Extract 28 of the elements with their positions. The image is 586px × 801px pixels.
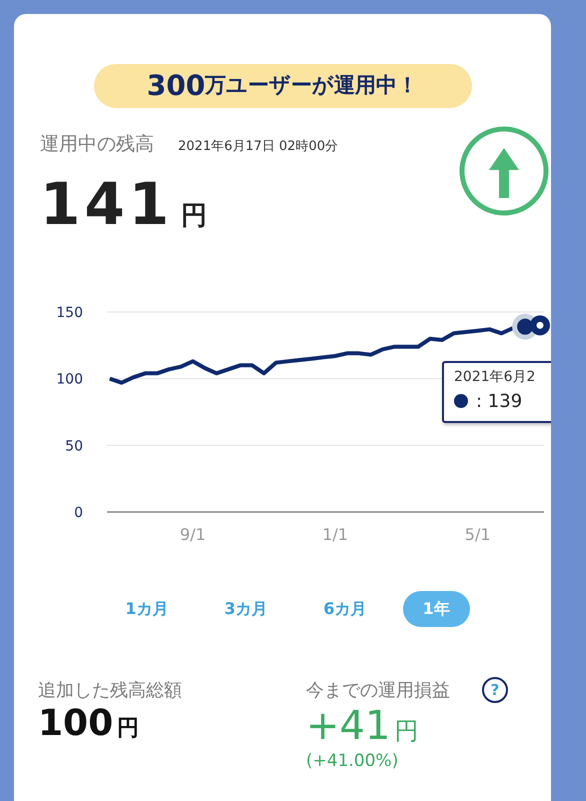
banner-text: 万ユーザーが運用中！ (205, 72, 418, 100)
balance-amount: 141 (40, 174, 174, 232)
banner-number: 300 (146, 68, 206, 104)
y-axis-label: 150 (56, 304, 83, 320)
currency-unit: 円 (181, 200, 208, 232)
summary-amount: 100 (38, 704, 114, 744)
y-axis-label: 0 (74, 504, 83, 520)
tooltip-value: : 139 (476, 390, 522, 414)
timestamp: 2021年6月17日 02時00分 (178, 138, 338, 156)
help-icon[interactable]: ? (482, 677, 508, 703)
x-axis-label: 9/1 (180, 524, 206, 544)
y-axis-label: 100 (56, 371, 83, 388)
period-tab[interactable]: 1カ月 (105, 590, 188, 626)
tooltip-date: 2021年6月2 (454, 368, 536, 386)
balance-label: 運用中の残高 (40, 132, 154, 157)
currency-unit: 円 (117, 714, 140, 742)
summary-label: 今までの運用損益 (306, 678, 450, 702)
summary-amount: +41 (306, 704, 390, 748)
y-axis-label: 50 (65, 438, 83, 454)
x-axis-label: 5/1 (464, 524, 491, 544)
currency-unit: 円 (394, 716, 418, 746)
series-dot-icon (454, 394, 468, 408)
summary-label: 追加した残高総額 (38, 678, 182, 702)
period-tab[interactable]: 6カ月 (304, 590, 387, 626)
gain-percent: (+41.00%) (306, 750, 400, 772)
period-tab[interactable]: 3カ月 (204, 590, 288, 626)
period-tab[interactable]: 1年 (402, 590, 470, 626)
x-axis-label: 1/1 (322, 524, 348, 544)
